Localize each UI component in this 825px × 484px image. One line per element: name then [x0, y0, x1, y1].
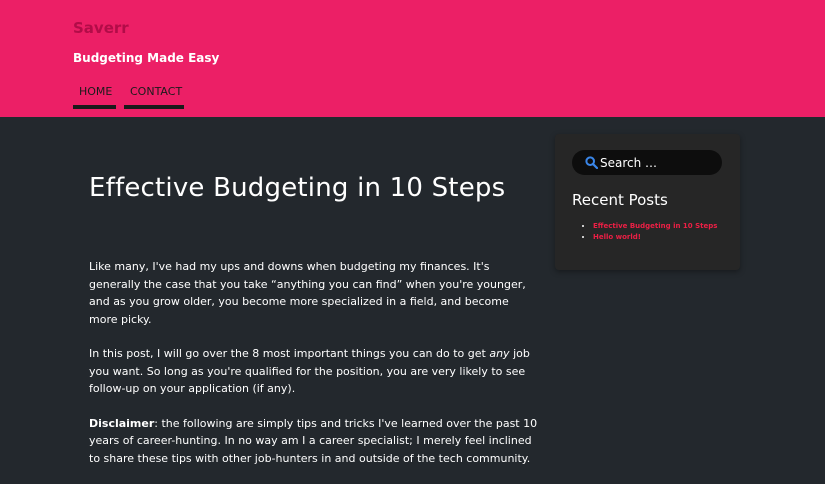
list-item: Effective Budgeting in 10 Steps — [593, 221, 717, 232]
nav-item-contact-label: CONTACT — [130, 85, 183, 98]
recent-posts-list: Effective Budgeting in 10 Steps Hello wo… — [582, 221, 717, 243]
nav-item-home[interactable]: HOME — [73, 85, 116, 109]
search-form — [572, 150, 722, 175]
disclaimer-text: : the following are simply tips and tric… — [89, 416, 538, 465]
recent-post-link-1[interactable]: Effective Budgeting in 10 Steps — [593, 222, 717, 230]
recent-post-link-2[interactable]: Hello world! — [593, 233, 641, 241]
post-paragraph-1: Like many, I've had my ups and downs whe… — [89, 260, 526, 326]
post-content: Like many, I've had my ups and downs whe… — [89, 258, 539, 484]
search-input[interactable] — [600, 154, 712, 171]
recent-posts-title: Recent Posts — [572, 191, 668, 209]
post-paragraph-2: In this post, I will go over the 8 most … — [89, 345, 539, 398]
disclaimer-label: Disclaimer — [89, 416, 155, 430]
post-title: Effective Budgeting in 10 Steps — [89, 173, 506, 203]
site-description: Budgeting Made Easy — [73, 51, 220, 65]
post-paragraph-2-start: In this post, I will go over the 8 most … — [89, 347, 490, 360]
sidebar-widget: Recent Posts Effective Budgeting in 10 S… — [555, 134, 740, 270]
post-paragraph-2-emphasis: any — [489, 347, 510, 360]
site-title[interactable]: Saverr — [73, 19, 129, 37]
site-header: Saverr Budgeting Made Easy HOME CONTACT — [0, 0, 825, 117]
nav-item-contact[interactable]: CONTACT — [124, 85, 184, 109]
list-item: Hello world! — [593, 232, 717, 243]
search-icon[interactable] — [585, 156, 598, 169]
post-paragraph-3: Disclaimer: the following are simply tip… — [89, 415, 539, 468]
nav-item-home-label: HOME — [79, 85, 113, 98]
